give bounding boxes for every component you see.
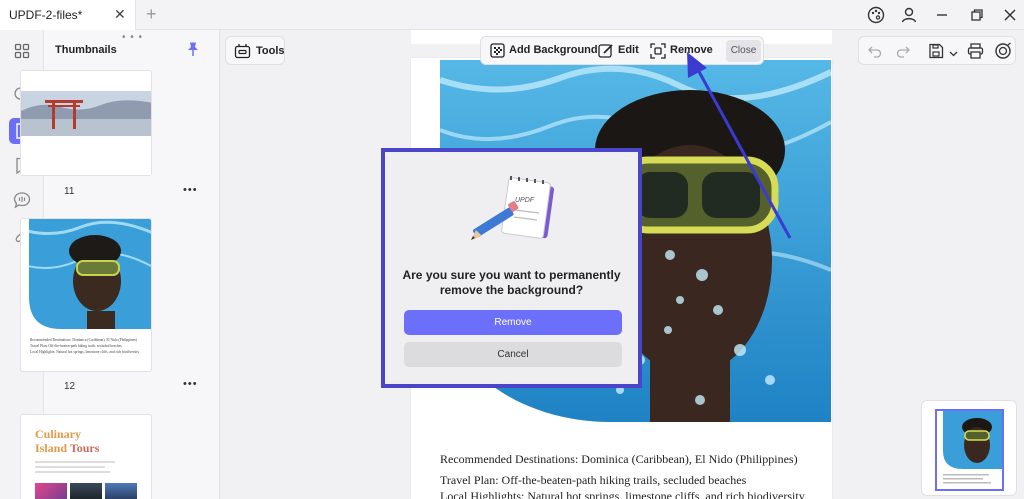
notepad-pencil-icon: UPDF <box>471 172 557 257</box>
notepad-text: UPDF <box>515 197 535 204</box>
confirm-remove-button[interactable]: Remove <box>404 310 622 335</box>
confirm-remove-dialog: UPDF Are you sure you want to permanentl… <box>381 148 642 388</box>
page-navigator[interactable] <box>921 400 1017 496</box>
dialog-message-line2: remove the background? <box>439 283 584 297</box>
dialog-message: Are you sure you want to permanently rem… <box>385 268 638 298</box>
page-navigator-preview[interactable] <box>935 409 1004 491</box>
dialog-message-line1: Are you sure you want to permanently <box>402 268 621 282</box>
cancel-button[interactable]: Cancel <box>404 342 622 367</box>
